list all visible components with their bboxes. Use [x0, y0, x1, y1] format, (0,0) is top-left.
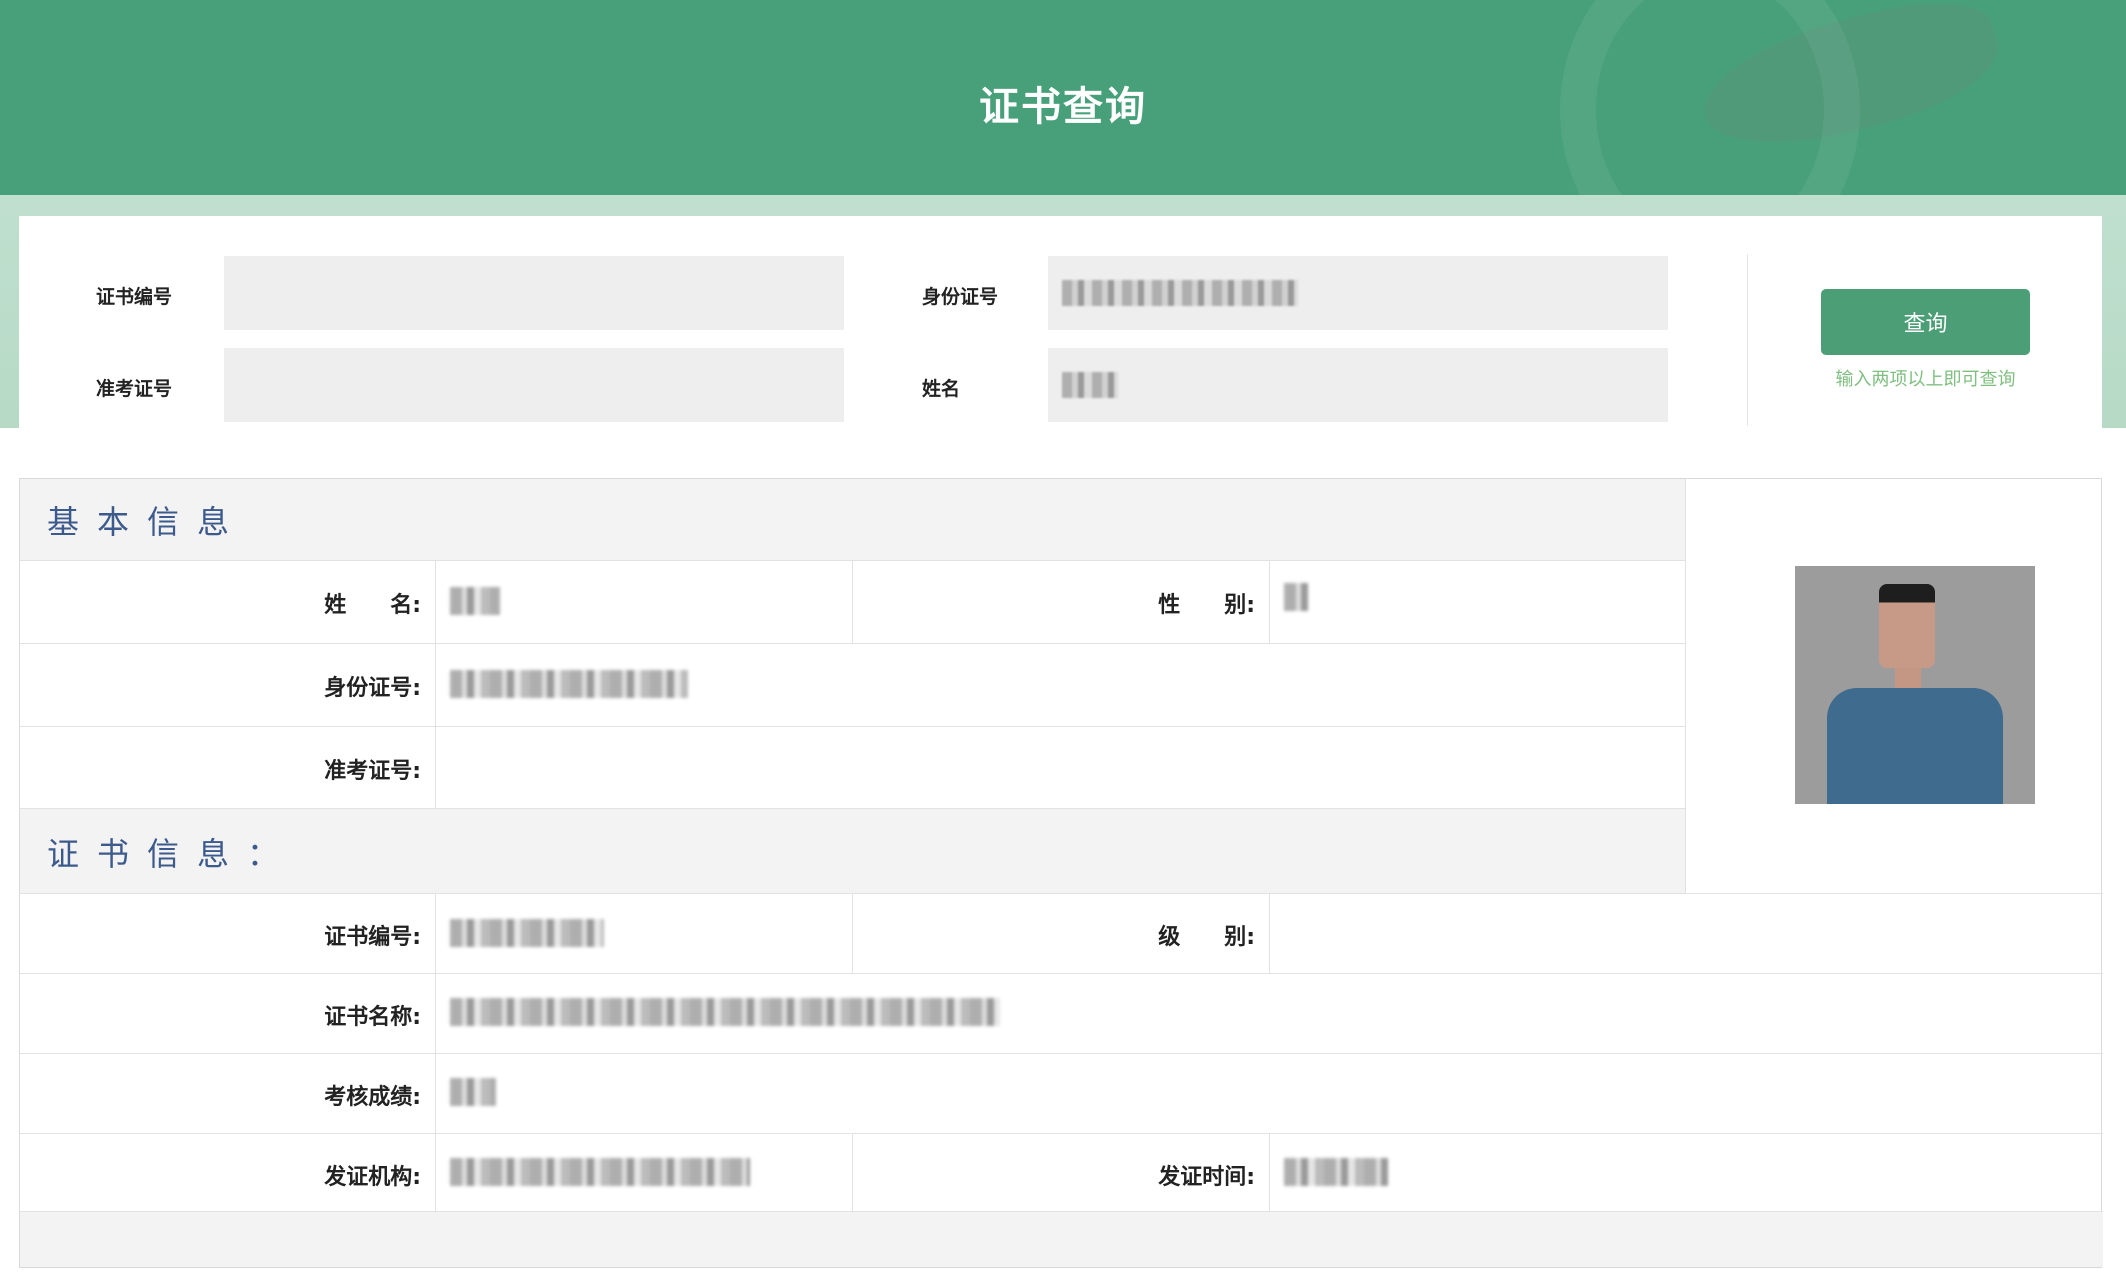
table-footer: [20, 1212, 2103, 1267]
issuer-value-cell: [436, 1134, 853, 1212]
name-label: 姓名: [922, 378, 961, 400]
redacted-value: [450, 998, 1000, 1026]
exam-no-value-cell: [436, 727, 1686, 809]
basic-info-title: 基本信息: [47, 503, 248, 541]
score-field-label: 考核成绩:: [324, 1085, 421, 1110]
id-field-label: 身份证号:: [324, 676, 421, 701]
redacted-value: [1284, 1158, 1388, 1186]
gender-field-label: 性 别:: [1158, 593, 1255, 618]
name-input[interactable]: [1048, 348, 1668, 422]
cert-no-value-cell: [436, 894, 853, 974]
issue-date-field-label: 发证时间:: [1158, 1165, 1255, 1190]
exam-no-label-cell: 准考证号:: [20, 727, 436, 809]
redacted-value: [450, 587, 500, 615]
cert-info-header: 证书信息：: [20, 809, 1686, 894]
photo-detail: [1879, 584, 1935, 668]
divider: [1747, 254, 1748, 426]
cert-name-value-cell: [436, 974, 2103, 1054]
redacted-value: [450, 919, 604, 947]
header-banner: 证书查询: [0, 0, 2126, 195]
gender-value-cell: [1270, 561, 1686, 644]
redacted-value: [450, 1078, 496, 1106]
redacted-value: [1062, 372, 1118, 398]
cert-no-input[interactable]: [224, 256, 844, 330]
redacted-value: [450, 1158, 750, 1186]
photo-cell: [1686, 479, 2103, 894]
score-label-cell: 考核成绩:: [20, 1054, 436, 1134]
cert-name-field-label: 证书名称:: [324, 1005, 421, 1030]
cert-info-title: 证书信息：: [47, 835, 298, 873]
name-value-cell: [436, 561, 853, 644]
level-label-cell: 级 别:: [853, 894, 1270, 974]
issue-date-label-cell: 发证时间:: [853, 1134, 1270, 1212]
person-photo: [1795, 566, 2035, 804]
cert-no-label: 证书编号: [96, 286, 173, 308]
basic-info-header: 基本信息: [20, 479, 1686, 561]
name-label-cell: 姓 名:: [20, 561, 436, 644]
cert-no-label-cell: 证书编号:: [20, 894, 436, 974]
redacted-value: [450, 670, 688, 698]
exam-no-input[interactable]: [224, 348, 844, 422]
exam-no-label: 准考证号: [96, 378, 173, 400]
issuer-field-label: 发证机构:: [324, 1165, 421, 1190]
gender-label-cell: 性 别:: [853, 561, 1270, 644]
id-value-cell: [436, 644, 1686, 727]
cert-no-field-label: 证书编号:: [324, 925, 421, 950]
issuer-label-cell: 发证机构:: [20, 1134, 436, 1212]
issue-date-value-cell: [1270, 1134, 2103, 1212]
page-title: 证书查询: [979, 84, 1147, 130]
id-label-cell: 身份证号:: [20, 644, 436, 727]
id-no-input[interactable]: [1048, 256, 1668, 330]
result-table: 基本信息 姓 名: 性 别: 身份证号: 准考证号: 证书信息： 证书编号: 级…: [19, 478, 2103, 1268]
exam-no-field-label: 准考证号:: [324, 759, 421, 784]
score-value-cell: [436, 1054, 2103, 1134]
search-hint: 输入两项以上即可查询: [1835, 369, 2016, 390]
name-field-label: 姓 名:: [324, 593, 421, 618]
redacted-value: [1062, 280, 1298, 306]
redacted-value: [1284, 583, 1308, 611]
level-field-label: 级 别:: [1158, 925, 1255, 950]
search-button[interactable]: 查询: [1821, 289, 2030, 355]
photo-detail: [1827, 688, 2003, 804]
query-form: 证书编号 身份证号 准考证号 姓名 查询 输入两项以上即可查询: [19, 216, 2102, 463]
level-value-cell: [1270, 894, 2103, 974]
id-no-label: 身份证号: [922, 286, 999, 308]
cert-name-label-cell: 证书名称:: [20, 974, 436, 1054]
